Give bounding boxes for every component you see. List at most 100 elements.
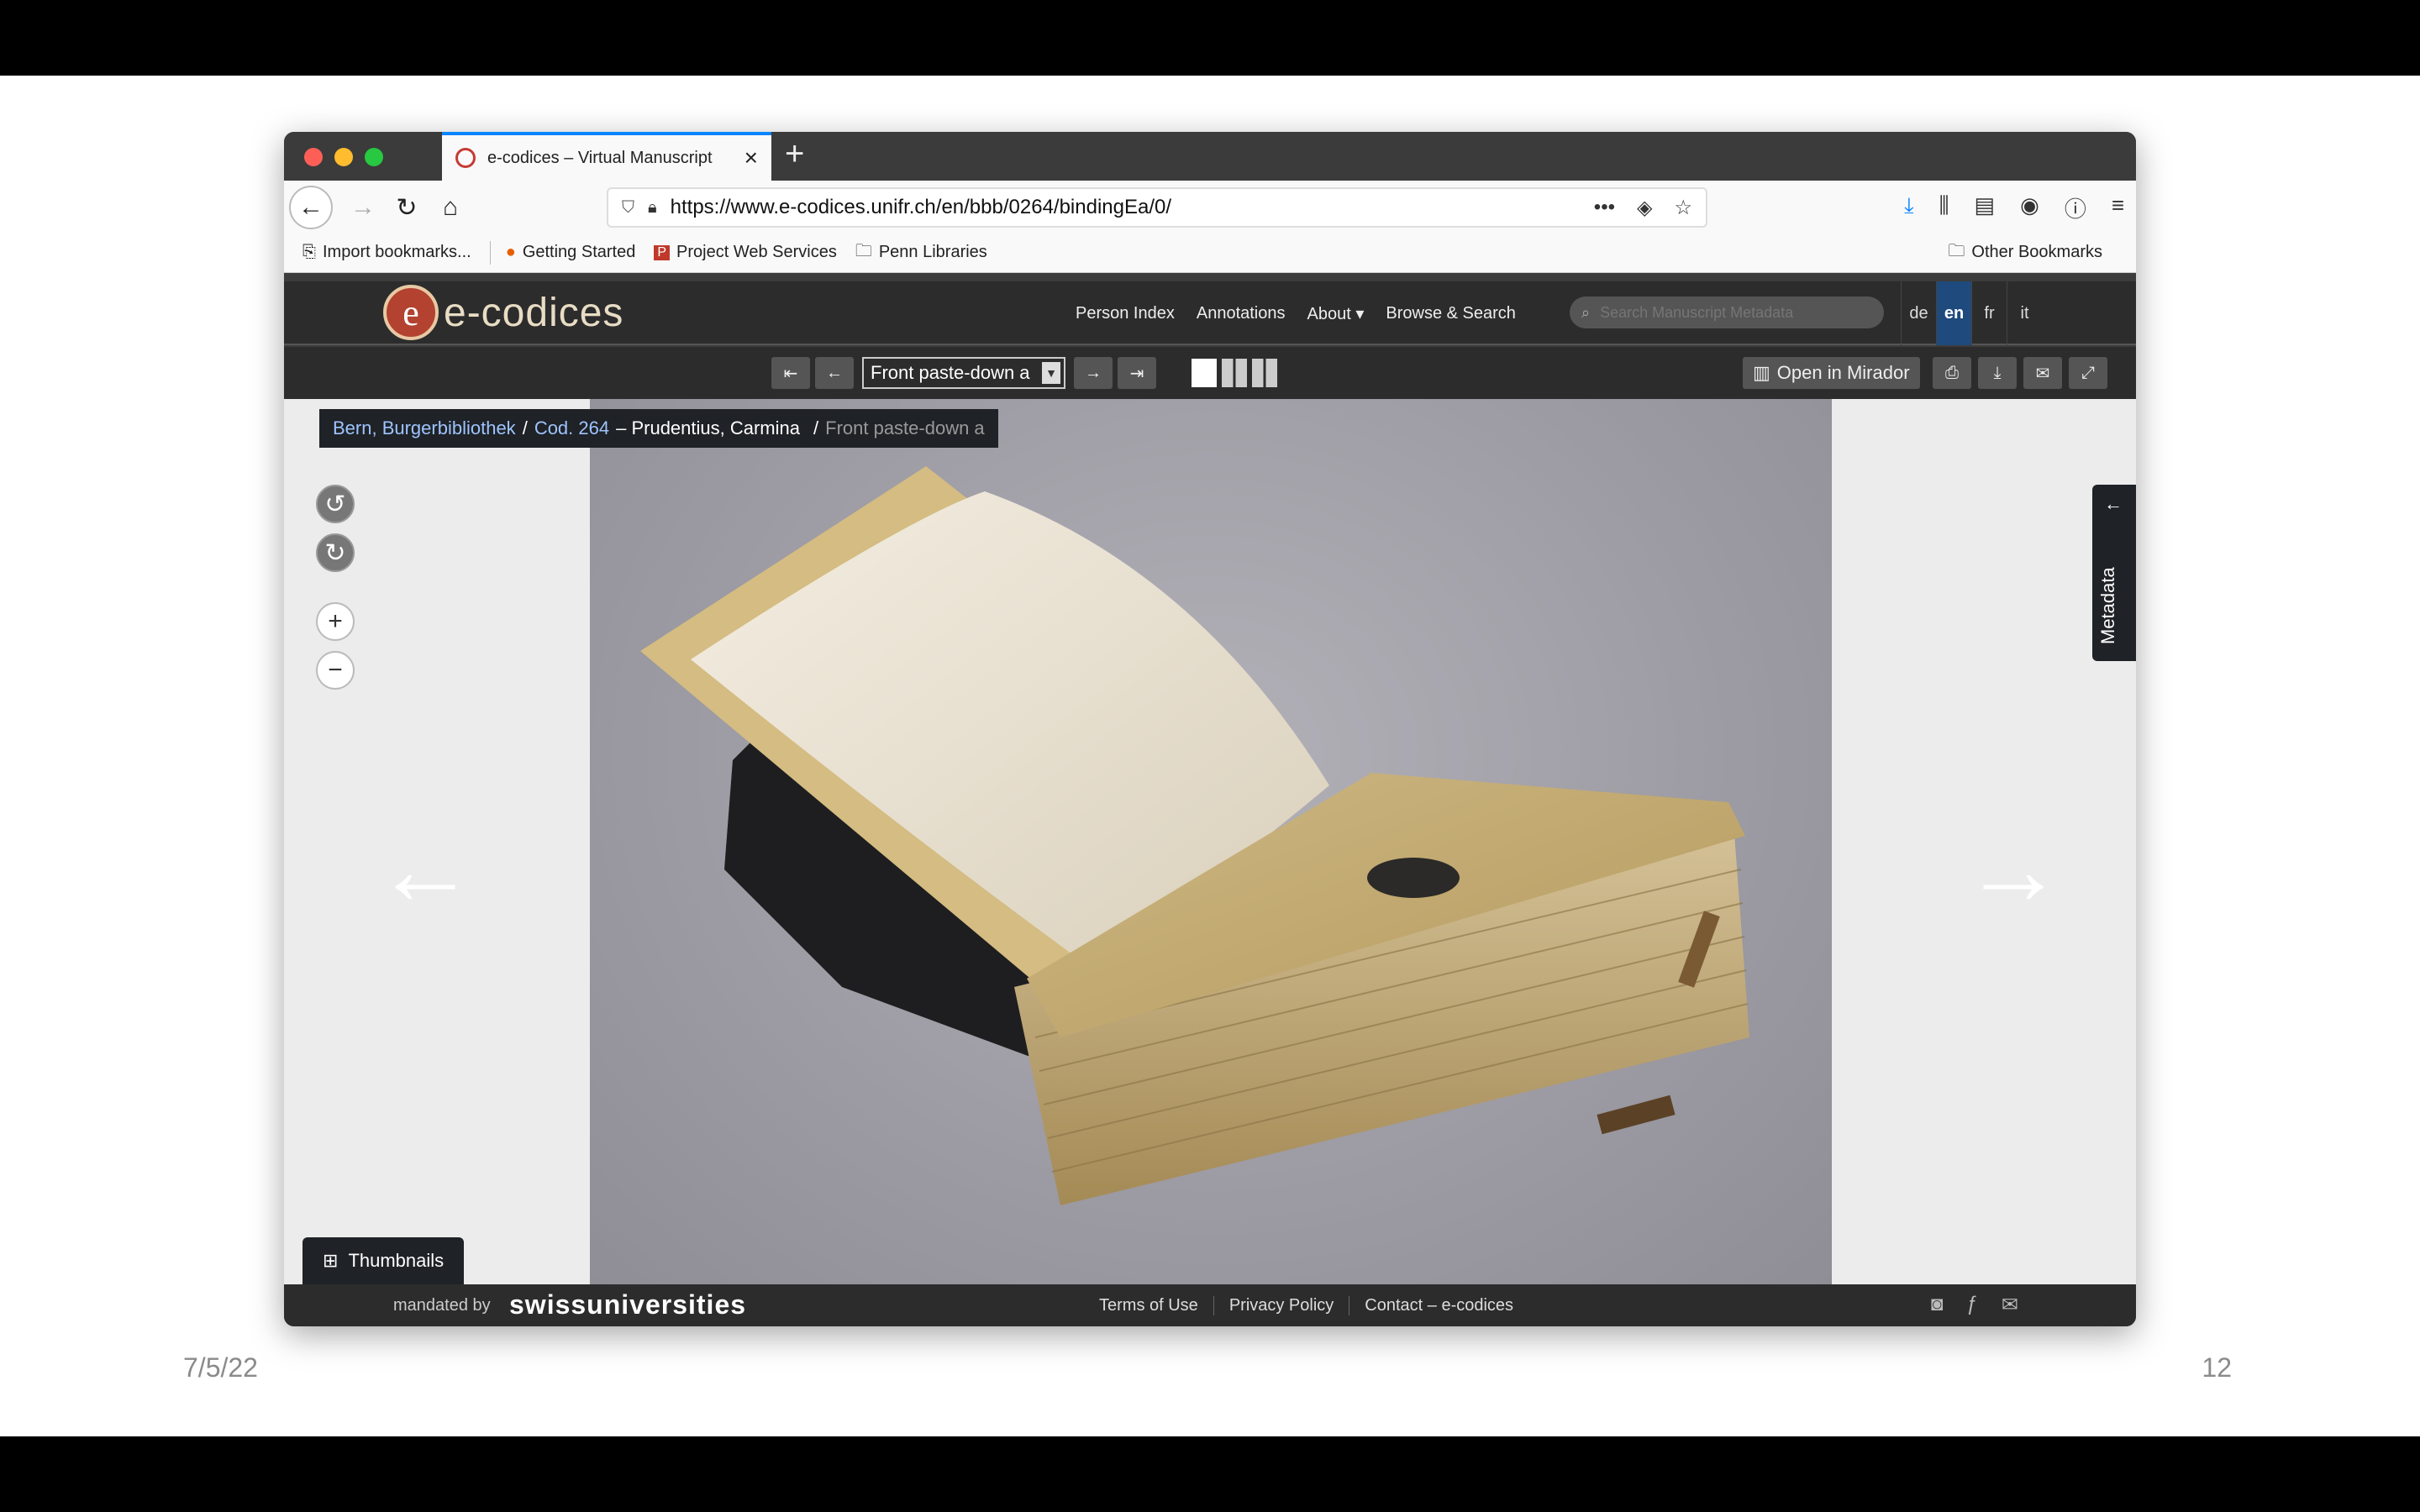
next-page-button[interactable]: → (1074, 357, 1113, 389)
site-nav: Person Index Annotations About ▾ Browse … (1076, 281, 1538, 345)
browser-tab[interactable]: e-codices – Virtual Manuscript × (442, 132, 771, 181)
title-bar: e-codices – Virtual Manuscript × + (284, 132, 2136, 181)
nav-annotations[interactable]: Annotations (1197, 304, 1286, 323)
last-page-button[interactable]: ⇥ (1118, 357, 1156, 389)
logo-emblem-icon: e (383, 285, 439, 340)
slide-date: 7/5/22 (183, 1352, 258, 1383)
metadata-tab[interactable]: ← Metadata (2092, 485, 2136, 661)
page-select[interactable]: Front paste-down a ▼ (862, 357, 1065, 389)
reload-button[interactable]: ↻ (385, 186, 429, 229)
menu-icon[interactable]: ≡ (2112, 192, 2124, 223)
logo-text: e-codices (444, 290, 624, 335)
swissuniversities-logo[interactable]: swissuniversities (509, 1289, 746, 1320)
lang-fr[interactable]: fr (1971, 281, 2007, 345)
language-switcher: de en fr it (1901, 281, 2042, 345)
manuscript-photo[interactable] (590, 399, 1832, 1284)
site-search: ⌕ (1570, 297, 1884, 328)
breadcrumb: Bern, Burgerbibliothek / Cod. 264 – Prud… (319, 409, 998, 448)
nav-person-index[interactable]: Person Index (1076, 304, 1175, 323)
bookmark-other[interactable]: 🗀 Other Bookmarks (1948, 239, 2102, 267)
lock-icon[interactable]: 🔒︎ (648, 198, 657, 218)
favicon-icon (455, 148, 476, 168)
zoom-out-button[interactable]: − (316, 651, 355, 690)
mail-icon[interactable]: ✉ (2002, 1293, 2018, 1317)
new-tab-button[interactable]: + (785, 137, 804, 171)
maximize-window-button[interactable] (365, 148, 383, 166)
close-tab-icon[interactable]: × (744, 146, 758, 170)
print-button[interactable]: ⎙ (1933, 357, 1971, 389)
project-icon: P (654, 244, 671, 260)
bookmarks-bar: ⎘ Import bookmarks... ● Getting Started PP… (284, 233, 2136, 273)
nav-browse-search[interactable]: Browse & Search (1386, 304, 1516, 323)
facebook-icon[interactable]: ƒ (1967, 1293, 1978, 1317)
site-header: e e-codices Person Index Annotations Abo… (284, 281, 2136, 345)
email-button[interactable]: ✉ (2023, 357, 2062, 389)
site-logo[interactable]: e e-codices (383, 285, 623, 340)
fullscreen-button[interactable]: ⤢ (2069, 357, 2107, 389)
lang-de[interactable]: de (1901, 281, 1936, 345)
tab-title: e-codices – Virtual Manuscript (487, 148, 713, 167)
thumbnails-button[interactable]: ⊞ Thumbnails (302, 1237, 465, 1284)
library-icon[interactable]: ⫼ (1939, 192, 1949, 223)
more-actions-icon[interactable]: ••• (1594, 196, 1615, 220)
download-button[interactable]: ⤓ (1978, 357, 2017, 389)
next-image-arrow-icon[interactable]: → (1963, 819, 2064, 920)
contact-link[interactable]: Contact – e-codices (1349, 1295, 1528, 1315)
mirador-icon: ▥ (1753, 362, 1770, 383)
zoom-in-button[interactable]: + (316, 602, 355, 641)
search-icon: ⌕ (1581, 303, 1591, 321)
home-button[interactable]: ⌂ (429, 186, 472, 229)
grid-layout-icon[interactable] (1252, 359, 1277, 387)
pocket-icon[interactable]: ◈ (1637, 196, 1652, 220)
account-icon[interactable]: ◉ (2020, 192, 2039, 223)
rotate-right-button[interactable]: ↻ (316, 533, 355, 572)
folder-icon: 🗀 (1948, 241, 1965, 260)
footer-links: Terms of Use Privacy Policy Contact – e-… (1084, 1284, 1528, 1326)
prev-page-button[interactable]: ← (815, 357, 854, 389)
browser-toolbar: ← → ↻ ⌂ ⛉ 🔒︎ https://www.e-codices.unifr… (284, 181, 2136, 233)
bookmark-import[interactable]: ⎘ Import bookmarks... (302, 243, 471, 262)
import-icon: ⎘ (302, 243, 316, 261)
footer-social: ◙ ƒ ✉ (1931, 1293, 2018, 1317)
info-icon[interactable]: ⓘ (2065, 192, 2086, 223)
open-in-mirador-button[interactable]: ▥ Open in Mirador (1743, 357, 1920, 389)
bookmark-star-icon[interactable]: ☆ (1674, 196, 1692, 220)
nav-about[interactable]: About ▾ (1307, 303, 1365, 324)
breadcrumb-codex-link[interactable]: Cod. 264 (534, 417, 609, 439)
previous-image-arrow-icon[interactable]: ← (375, 819, 476, 920)
layout-switcher (1192, 359, 1277, 387)
close-window-button[interactable] (304, 148, 323, 166)
back-button[interactable]: ← (289, 186, 333, 229)
bookmark-project-web-services[interactable]: P Project Web Services (654, 243, 837, 262)
mandated-by-text: mandated by (393, 1296, 491, 1315)
search-input[interactable] (1600, 303, 1853, 322)
slide-page-number: 12 (2202, 1352, 2232, 1383)
bookmark-penn-libraries[interactable]: 🗀 Penn Libraries (855, 239, 987, 267)
address-bar[interactable]: ⛉ 🔒︎ https://www.e-codices.unifr.ch/en/b… (607, 187, 1707, 228)
grid-icon: ⊞ (323, 1250, 339, 1271)
firefox-icon: ● (505, 243, 516, 261)
privacy-policy-link[interactable]: Privacy Policy (1213, 1295, 1349, 1315)
single-page-layout-icon[interactable] (1192, 359, 1217, 387)
rotate-left-button[interactable]: ↺ (316, 485, 355, 523)
breadcrumb-separator: / (813, 417, 819, 438)
folder-icon: 🗀 (855, 241, 872, 260)
first-page-button[interactable]: ⇤ (771, 357, 810, 389)
chevron-down-icon: ▼ (1042, 362, 1060, 384)
shield-icon[interactable]: ⛉ (622, 198, 634, 218)
breadcrumb-library-link[interactable]: Bern, Burgerbibliothek (333, 417, 516, 439)
terms-of-use-link[interactable]: Terms of Use (1084, 1296, 1213, 1315)
browser-window: e-codices – Virtual Manuscript × + ← → ↻… (284, 132, 2136, 1326)
image-viewer[interactable]: Bern, Burgerbibliothek / Cod. 264 – Prud… (284, 399, 2136, 1284)
double-page-layout-icon[interactable] (1222, 359, 1247, 387)
minimize-window-button[interactable] (334, 148, 353, 166)
sidebar-icon[interactable]: ▤ (1975, 192, 1996, 223)
url-text[interactable]: https://www.e-codices.unifr.ch/en/bbb/02… (671, 196, 1594, 219)
forward-button[interactable]: → (341, 186, 385, 229)
lang-it[interactable]: it (2007, 281, 2042, 345)
breadcrumb-title: – Prudentius, Carmina (616, 417, 800, 438)
rss-icon[interactable]: ◙ (1931, 1293, 1944, 1317)
download-icon[interactable]: ⤓ (1904, 192, 1914, 223)
lang-en[interactable]: en (1936, 281, 1971, 345)
bookmark-getting-started[interactable]: ● Getting Started (506, 243, 636, 262)
